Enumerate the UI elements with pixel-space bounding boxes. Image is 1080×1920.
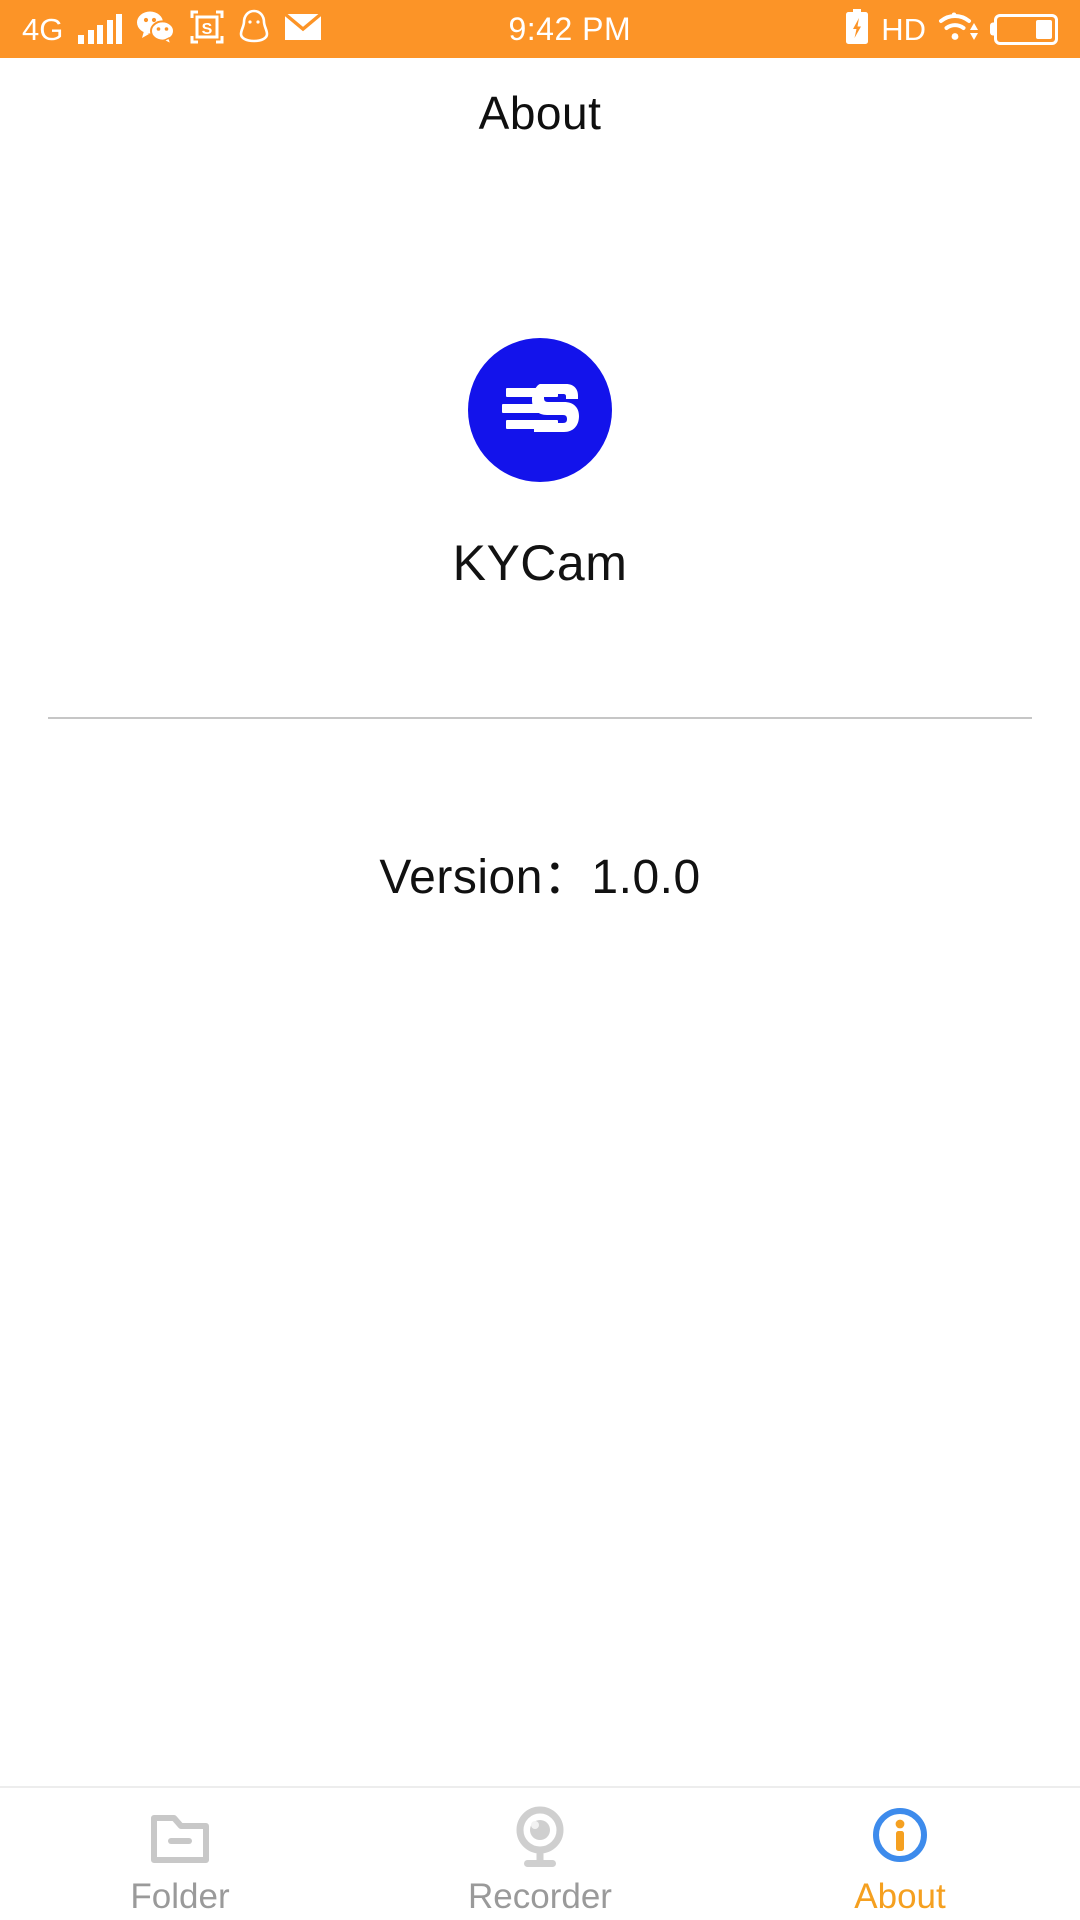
battery-charging-icon xyxy=(845,8,869,50)
network-type-label: 4G xyxy=(22,11,64,47)
page-title: About xyxy=(478,87,602,139)
wifi-icon xyxy=(938,10,982,49)
signal-strength-icon xyxy=(78,14,123,44)
app-name-label: KYCam xyxy=(452,535,628,591)
app-identity-block: KYCam xyxy=(0,338,1080,592)
tab-recorder[interactable]: Recorder xyxy=(360,1788,720,1920)
tab-folder-label: Folder xyxy=(130,1876,230,1916)
clock-label: 9:42 PM xyxy=(508,11,632,47)
status-bar-left-group: 4G S xyxy=(22,9,323,50)
section-divider xyxy=(48,717,1032,719)
kycam-logo-icon xyxy=(468,338,612,482)
webcam-icon xyxy=(504,1801,576,1875)
status-bar-center-group: 9:42 PM xyxy=(322,13,845,45)
mail-icon xyxy=(284,12,323,47)
hd-label: HD xyxy=(881,11,926,47)
svg-text:S: S xyxy=(202,21,213,38)
battery-fill xyxy=(1036,19,1052,39)
tab-about-label: About xyxy=(854,1876,946,1916)
version-label: Version：1.0.0 xyxy=(379,851,701,904)
bottom-tab-bar: Folder Recorder About xyxy=(0,1786,1080,1920)
info-circle-icon xyxy=(864,1801,936,1875)
tab-recorder-label: Recorder xyxy=(468,1876,612,1916)
tab-about[interactable]: About xyxy=(720,1788,1080,1920)
tab-folder[interactable]: Folder xyxy=(0,1788,360,1920)
screenshot-s-icon: S xyxy=(190,10,224,49)
wechat-icon xyxy=(136,10,176,49)
status-bar: 4G S 9:42 PM HD xyxy=(0,0,1080,58)
qq-penguin-icon xyxy=(238,9,270,50)
status-bar-right-group: HD xyxy=(845,8,1058,50)
folder-icon xyxy=(144,1801,216,1875)
battery-icon xyxy=(994,13,1058,45)
